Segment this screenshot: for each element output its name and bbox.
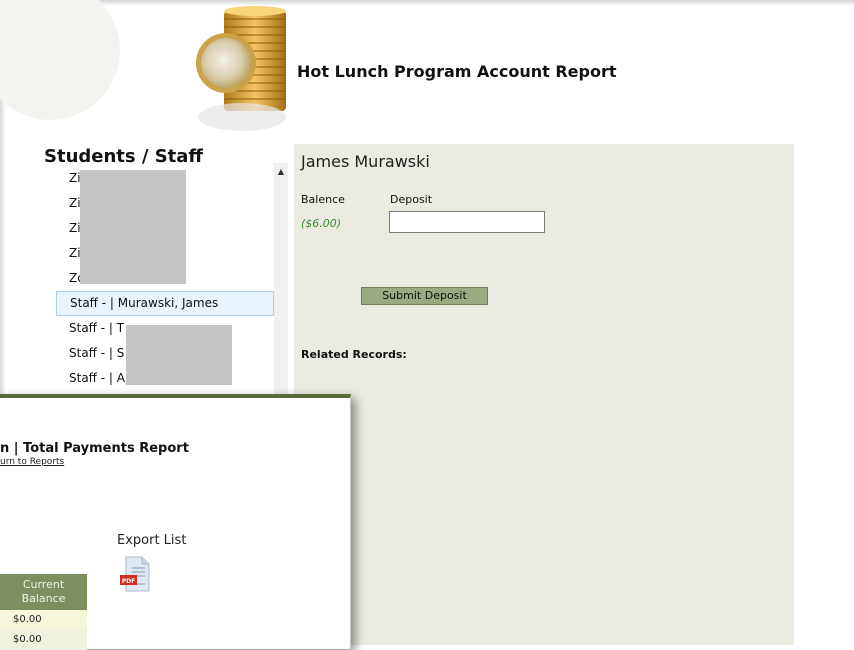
redaction-block	[126, 325, 232, 385]
report-title: n | Total Payments Report	[0, 441, 189, 456]
list-item-label: Zi	[69, 246, 81, 260]
list-item-label: Staff - | A	[69, 371, 125, 385]
list-item-label: Staff - | S	[69, 346, 125, 360]
list-item-label: Staff - | Murawski, James	[70, 296, 219, 310]
list-item-label: Zi	[69, 171, 81, 185]
list-item-label: Staff - | T	[69, 321, 125, 335]
background-circle	[0, 0, 120, 120]
redaction-block	[80, 170, 186, 284]
pdf-icon[interactable]: PDF	[120, 556, 150, 592]
coins-logo-icon	[196, 6, 286, 131]
list-scrollbar[interactable]: ▲	[274, 163, 288, 403]
scroll-up-arrow-icon[interactable]: ▲	[274, 167, 288, 176]
list-item-selected[interactable]: Staff - | Murawski, James	[56, 291, 274, 316]
column-header-current-balance: Current Balance	[0, 574, 87, 610]
balance-label: Balence	[301, 193, 345, 206]
list-item-label: Zi	[69, 221, 81, 235]
svg-text:PDF: PDF	[122, 578, 135, 585]
app-title: Hot Lunch Program Account Report	[297, 62, 617, 81]
list-item-label: Zi	[69, 196, 81, 210]
account-panel: James Murawski Balence Deposit ($6.00) S…	[294, 144, 794, 645]
deposit-input[interactable]	[389, 211, 545, 233]
table-row: $0.00	[0, 630, 87, 650]
submit-deposit-button[interactable]: Submit Deposit	[361, 287, 488, 305]
deposit-label: Deposit	[390, 193, 433, 206]
students-heading: Students / Staff	[44, 146, 204, 167]
window-top-shadow	[4, 0, 854, 6]
balance-value: ($6.00)	[301, 217, 342, 230]
related-records-label: Related Records:	[301, 348, 407, 361]
total-payments-report-window: n | Total Payments Report urn to Reports…	[0, 394, 351, 650]
export-list-label: Export List	[117, 533, 187, 548]
return-to-reports-link[interactable]: urn to Reports	[0, 457, 64, 467]
student-name: James Murawski	[301, 152, 430, 171]
table-row: $0.00	[0, 610, 87, 630]
